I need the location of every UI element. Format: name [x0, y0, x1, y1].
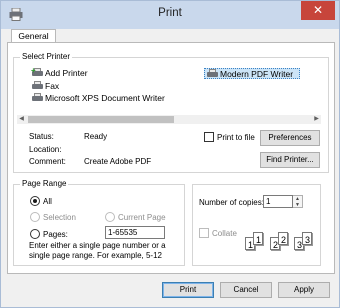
selection-radio[interactable]: [30, 212, 40, 222]
location-label: Location:: [29, 145, 62, 154]
preferences-button[interactable]: Preferences: [260, 130, 320, 146]
pages-radio[interactable]: [30, 229, 40, 239]
comment-label: Comment:: [29, 157, 66, 166]
page-range-title: Page Range: [20, 179, 69, 188]
printer-label: Add Printer: [45, 68, 88, 78]
apply-button[interactable]: Apply: [278, 282, 330, 298]
printer-item-modern-pdf-writer[interactable]: Modern PDF Writer: [204, 68, 301, 79]
printer-icon: [32, 81, 43, 90]
printer-item-fax[interactable]: Fax: [32, 81, 59, 92]
find-printer-button[interactable]: Find Printer...: [260, 152, 320, 168]
printer-icon: [32, 93, 43, 102]
all-label[interactable]: All: [43, 197, 52, 206]
title-bar[interactable]: Print ✕: [1, 1, 339, 29]
printer-list-scrollbar[interactable]: ◀ ▶: [17, 115, 321, 124]
close-button[interactable]: ✕: [301, 1, 335, 20]
printer-item-add-printer[interactable]: + Add Printer: [31, 67, 88, 79]
select-printer-title: Select Printer: [20, 52, 73, 61]
spin-down-icon[interactable]: ▼: [293, 202, 302, 208]
page-range-hint: Enter either a single page number or a s…: [29, 241, 166, 260]
status-label: Status:: [29, 132, 54, 141]
copies-spinner[interactable]: ▲ ▼: [293, 195, 303, 208]
collate-label[interactable]: Collate: [212, 229, 237, 238]
printer-label: Microsoft XPS Document Writer: [45, 93, 165, 103]
copies-input[interactable]: 1: [263, 195, 293, 208]
add-printer-icon: +: [31, 67, 43, 77]
collate-checkbox[interactable]: [199, 228, 209, 238]
scrollbar-thumb[interactable]: [28, 116, 174, 123]
current-page-radio[interactable]: [105, 212, 115, 222]
printer-item-microsoft-xps[interactable]: Microsoft XPS Document Writer: [32, 93, 165, 104]
print-dialog: Print ✕ General Select Printer + Add Prin…: [0, 0, 340, 308]
scroll-left-icon[interactable]: ◀: [17, 115, 26, 124]
status-value: Ready: [84, 132, 108, 141]
cancel-button[interactable]: Cancel: [220, 282, 272, 298]
selection-label[interactable]: Selection: [43, 213, 76, 222]
print-to-file-checkbox[interactable]: [204, 132, 214, 142]
print-button[interactable]: Print: [162, 282, 214, 298]
print-to-file-label[interactable]: Print to file: [217, 133, 255, 142]
printer-icon: [207, 69, 218, 78]
pages-input[interactable]: 1-65535: [105, 226, 165, 239]
current-page-label[interactable]: Current Page: [118, 213, 166, 222]
comment-value: Create Adobe PDF: [84, 157, 152, 166]
window-title: Print: [158, 7, 182, 19]
number-of-copies-label: Number of copies:: [199, 198, 264, 207]
tab-general[interactable]: General: [11, 29, 56, 43]
pages-label[interactable]: Pages:: [43, 230, 68, 239]
scroll-right-icon[interactable]: ▶: [312, 115, 321, 124]
all-radio[interactable]: [30, 196, 40, 206]
printer-label: Modern PDF Writer: [220, 69, 294, 79]
printer-label: Fax: [45, 81, 60, 91]
